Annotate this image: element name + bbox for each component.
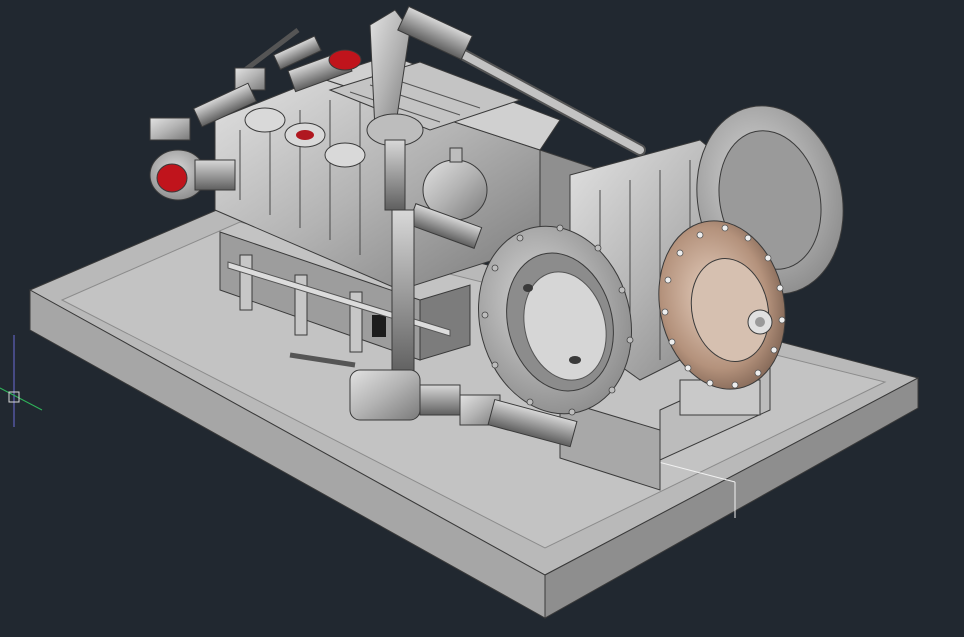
- pump-assembly-3d-model[interactable]: [0, 0, 964, 637]
- model-viewport[interactable]: [0, 0, 964, 637]
- ucs-crosshair-icon: [0, 335, 43, 427]
